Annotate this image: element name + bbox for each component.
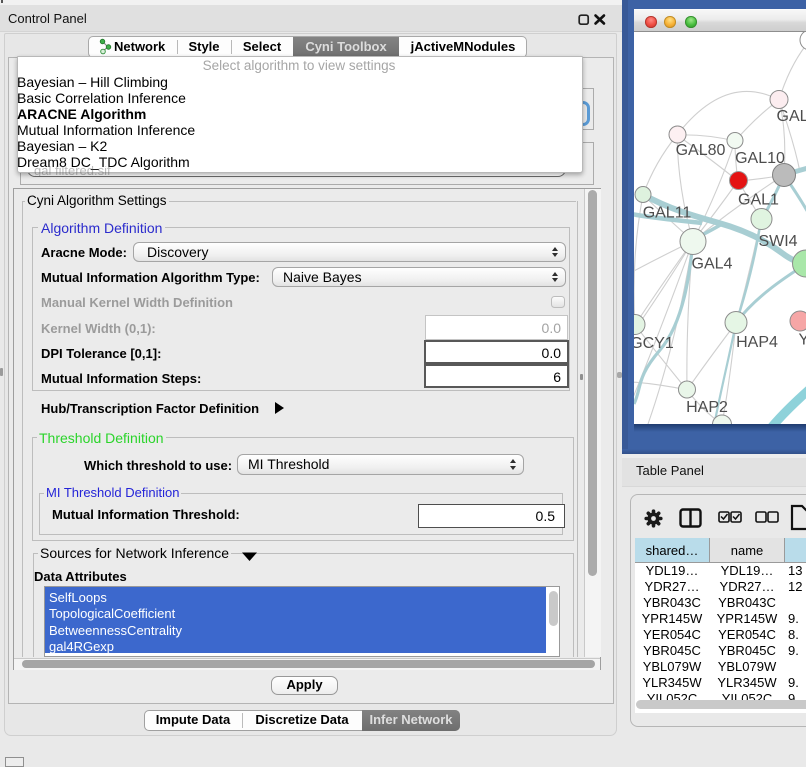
svg-text:SWI4: SWI4 (758, 233, 797, 250)
svg-text:GAL10: GAL10 (735, 150, 785, 167)
svg-text:GAL7: GAL7 (777, 108, 806, 125)
svg-text:GAL80: GAL80 (676, 142, 726, 159)
svg-text:GAL4: GAL4 (692, 256, 733, 273)
svg-text:HAP4: HAP4 (736, 334, 778, 351)
svg-text:YM: YM (799, 332, 806, 349)
svg-text:GAL1: GAL1 (738, 192, 779, 209)
svg-text:GCY1: GCY1 (634, 335, 674, 352)
svg-text:HAP2: HAP2 (686, 399, 728, 416)
svg-text:GAL11: GAL11 (643, 205, 692, 222)
